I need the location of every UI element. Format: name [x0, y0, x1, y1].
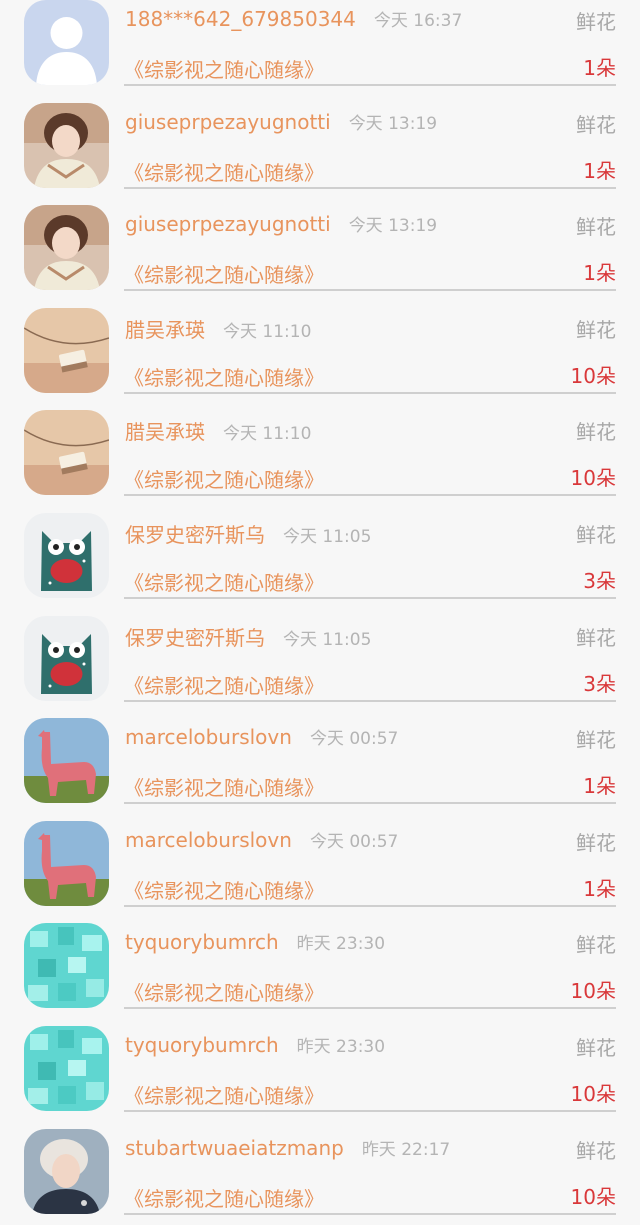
divider	[124, 802, 616, 805]
timestamp: 今天 13:19	[348, 113, 438, 134]
timestamp: 今天 00:57	[309, 729, 399, 750]
gift-count: 1朵	[583, 774, 616, 799]
gift-count: 10朵	[570, 466, 616, 491]
list-item[interactable]: stubartwuaeiatzmanp 昨天 22:17 鲜花 《综影视之随心随缘…	[0, 1123, 640, 1225]
timestamp: 今天 11:10	[223, 424, 312, 445]
gift-type-label: 鲜花	[576, 933, 616, 958]
book-title[interactable]: 《综影视之随心随缘》	[124, 567, 324, 596]
gift-record-list: 188***642_679850344 今天 16:37 鲜花 《综影视之随心随缘…	[0, 0, 640, 1225]
book-title[interactable]: 《综影视之随心随缘》	[124, 54, 324, 83]
gift-type-label: 鲜花	[576, 10, 616, 34]
gift-type-label: 鲜花	[576, 625, 616, 650]
gift-count: 10朵	[570, 1184, 616, 1209]
list-item[interactable]: 保罗史密歼斯乌 今天 11:05 鲜花 《综影视之随心随缘》 3朵	[0, 610, 640, 713]
divider	[124, 391, 616, 394]
gift-count: 1朵	[583, 876, 616, 901]
user-name[interactable]: marceloburslovn 今天 00:57	[125, 827, 398, 852]
timestamp: 今天 11:05	[283, 629, 372, 650]
timestamp: 昨天 23:30	[296, 1036, 386, 1057]
user-name[interactable]: 188***642_679850344 今天 16:37	[125, 6, 462, 31]
list-item[interactable]: 腊吴承瑛 今天 11:10 鲜花 《综影视之随心随缘》 10朵	[0, 404, 640, 507]
timestamp: 今天 00:57	[309, 831, 399, 852]
book-title[interactable]: 《综影视之随心随缘》	[124, 157, 324, 186]
user-name[interactable]: marceloburslovn 今天 00:57	[125, 724, 398, 749]
user-name[interactable]: 保罗史密歼斯乌 今天 11:05	[125, 622, 371, 651]
timestamp: 今天 11:05	[283, 526, 372, 547]
divider	[124, 1007, 616, 1010]
gift-count: 3朵	[583, 568, 616, 593]
gift-count: 1朵	[583, 158, 616, 183]
pink-llama-avatar[interactable]	[24, 820, 109, 906]
girl-portrait-avatar[interactable]	[24, 102, 109, 188]
book-title[interactable]: 《综影视之随心随缘》	[124, 875, 324, 904]
gift-type-label: 鲜花	[576, 215, 616, 240]
book-title[interactable]: 《综影视之随心随缘》	[124, 977, 324, 1006]
divider	[124, 904, 616, 907]
gift-type-label: 鲜花	[576, 830, 616, 855]
gift-count: 3朵	[583, 671, 616, 696]
book-title[interactable]: 《综影视之随心随缘》	[124, 670, 324, 699]
user-name[interactable]: giuseprpezayugnotti 今天 13:19	[125, 211, 437, 236]
default-avatar-icon[interactable]	[24, 0, 109, 85]
necklace-photo-avatar[interactable]	[24, 307, 109, 393]
gift-count: 10朵	[570, 1081, 616, 1106]
gift-type-label: 鲜花	[576, 1138, 616, 1163]
user-name[interactable]: tyquorybumrch 昨天 23:30	[125, 929, 385, 954]
user-name[interactable]: 腊吴承瑛 今天 11:10	[125, 416, 311, 445]
user-name[interactable]: 保罗史密歼斯乌 今天 11:05	[125, 519, 371, 548]
list-item[interactable]: 腊吴承瑛 今天 11:10 鲜花 《综影视之随心随缘》 10朵	[0, 302, 640, 405]
gift-count: 10朵	[570, 979, 616, 1004]
list-item[interactable]: tyquorybumrch 昨天 23:30 鲜花 《综影视之随心随缘》 10朵	[0, 1020, 640, 1123]
gift-count: 10朵	[570, 363, 616, 388]
user-name[interactable]: 腊吴承瑛 今天 11:10	[125, 314, 311, 343]
book-title[interactable]: 《综影视之随心随缘》	[124, 259, 324, 288]
pink-llama-avatar[interactable]	[24, 718, 109, 804]
gift-count: 1朵	[583, 261, 616, 286]
timestamp: 今天 13:19	[348, 216, 438, 237]
book-title[interactable]: 《综影视之随心随缘》	[124, 1183, 324, 1212]
divider	[124, 596, 616, 599]
user-name[interactable]: tyquorybumrch 昨天 23:30	[125, 1032, 385, 1057]
list-item[interactable]: giuseprpezayugnotti 今天 13:19 鲜花 《综影视之随心随缘…	[0, 97, 640, 200]
divider	[124, 1212, 616, 1215]
boy-portrait-avatar[interactable]	[24, 1128, 109, 1214]
owl-toy-avatar[interactable]	[24, 615, 109, 701]
book-title[interactable]: 《综影视之随心随缘》	[124, 1080, 324, 1109]
gift-type-label: 鲜花	[576, 1035, 616, 1060]
gift-type-label: 鲜花	[576, 112, 616, 137]
book-title[interactable]: 《综影视之随心随缘》	[124, 772, 324, 801]
gift-type-label: 鲜花	[576, 317, 616, 342]
list-item[interactable]: 188***642_679850344 今天 16:37 鲜花 《综影视之随心随缘…	[0, 0, 640, 97]
gift-type-label: 鲜花	[576, 728, 616, 753]
divider	[124, 84, 616, 86]
gift-type-label: 鲜花	[576, 522, 616, 547]
list-item[interactable]: tyquorybumrch 昨天 23:30 鲜花 《综影视之随心随缘》 10朵	[0, 917, 640, 1020]
book-title[interactable]: 《综影视之随心随缘》	[124, 362, 324, 391]
divider	[124, 289, 616, 292]
timestamp: 今天 16:37	[373, 11, 463, 31]
timestamp: 昨天 22:17	[361, 1139, 451, 1160]
gift-type-label: 鲜花	[576, 420, 616, 445]
list-item[interactable]: marceloburslovn 今天 00:57 鲜花 《综影视之随心随缘》 1朵	[0, 815, 640, 918]
aqua-cubes-avatar[interactable]	[24, 1025, 109, 1111]
list-item[interactable]: 保罗史密歼斯乌 今天 11:05 鲜花 《综影视之随心随缘》 3朵	[0, 507, 640, 610]
girl-portrait-avatar[interactable]	[24, 205, 109, 291]
aqua-cubes-avatar[interactable]	[24, 923, 109, 1009]
book-title[interactable]: 《综影视之随心随缘》	[124, 464, 324, 493]
user-name[interactable]: stubartwuaeiatzmanp 昨天 22:17	[125, 1135, 450, 1160]
divider	[124, 494, 616, 497]
user-name[interactable]: giuseprpezayugnotti 今天 13:19	[125, 109, 437, 134]
list-item[interactable]: marceloburslovn 今天 00:57 鲜花 《综影视之随心随缘》 1朵	[0, 712, 640, 815]
divider	[124, 699, 616, 702]
timestamp: 昨天 23:30	[296, 934, 386, 955]
owl-toy-avatar[interactable]	[24, 512, 109, 598]
list-item[interactable]: giuseprpezayugnotti 今天 13:19 鲜花 《综影视之随心随缘…	[0, 199, 640, 302]
divider	[124, 186, 616, 189]
necklace-photo-avatar[interactable]	[24, 410, 109, 496]
divider	[124, 1109, 616, 1112]
gift-count: 1朵	[583, 56, 616, 80]
timestamp: 今天 11:10	[223, 321, 312, 342]
